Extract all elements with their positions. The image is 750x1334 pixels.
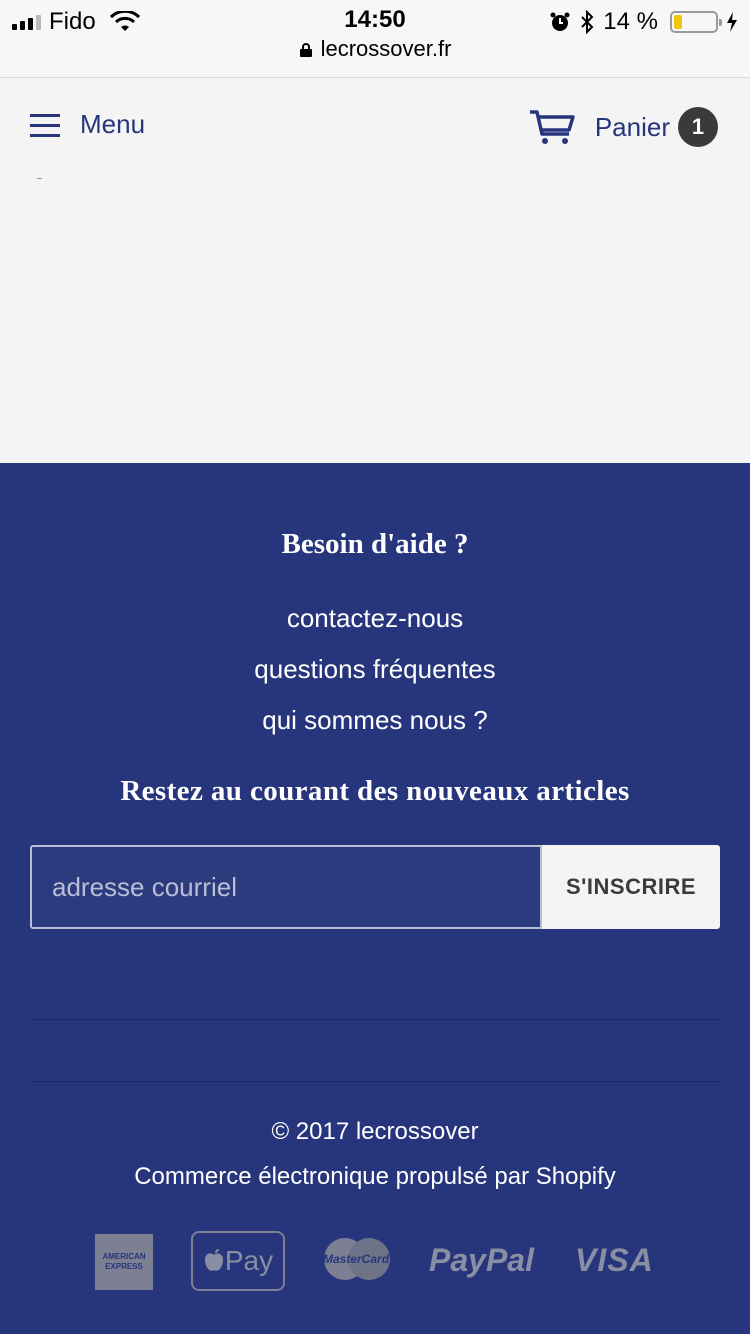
cart-count-badge: 1 — [678, 107, 718, 147]
bluetooth-icon — [581, 10, 594, 34]
subscribe-button[interactable]: S'INSCRIRE — [542, 845, 720, 929]
apple-pay-icon: Pay — [191, 1231, 285, 1291]
divider — [30, 1019, 720, 1020]
battery-percent: 14 % — [603, 8, 658, 35]
cart-icon — [529, 110, 575, 144]
cart-label: Panier — [594, 111, 670, 142]
link-about[interactable]: qui sommes nous ? — [0, 702, 750, 753]
status-bar: Fido 14:50 lecrossover.fr 14 % — [0, 0, 750, 78]
newsletter-heading: Restez au courant des nouveaux articles — [120, 775, 630, 807]
divider — [30, 1081, 720, 1082]
lock-icon — [299, 43, 312, 57]
amex-icon: AMERICAN EXPRESS — [95, 1234, 153, 1290]
cart-button[interactable]: Panier 1 — [529, 107, 718, 147]
address-url: lecrossover.fr — [320, 36, 452, 61]
mastercard-label: MasterCard — [323, 1252, 390, 1266]
address-bar[interactable]: lecrossover.fr — [0, 36, 750, 62]
alarm-icon — [550, 12, 570, 31]
menu-button[interactable]: Menu — [30, 109, 145, 140]
hamburger-icon — [30, 113, 60, 137]
email-field[interactable] — [30, 845, 542, 929]
divider — [37, 178, 42, 179]
visa-icon: VISA — [575, 1242, 654, 1278]
apple-pay-label: Pay — [224, 1245, 274, 1276]
site-footer: Besoin d'aide ? contactez-nous questions… — [0, 463, 750, 1334]
copyright-text: © 2017 lecrossover — [271, 1118, 479, 1145]
battery-icon — [670, 11, 722, 33]
powered-by-link[interactable]: Commerce électronique propulsé par Shopi… — [0, 1163, 750, 1191]
mastercard-icon: MasterCard — [321, 1236, 393, 1282]
charging-icon — [727, 12, 737, 32]
link-faq[interactable]: questions fréquentes — [0, 651, 750, 702]
link-contact[interactable]: contactez-nous — [0, 600, 750, 651]
help-heading: Besoin d'aide ? — [281, 528, 469, 560]
footer-links: contactez-nous questions fréquentes qui … — [0, 600, 750, 753]
status-right: 14 % — [549, 8, 738, 36]
site-header: Menu Panier 1 — [0, 79, 750, 174]
paypal-icon: PayPal — [429, 1242, 534, 1278]
newsletter-form: S'INSCRIRE — [30, 845, 720, 929]
menu-label: Menu — [80, 109, 146, 139]
apple-logo-icon — [204, 1249, 223, 1271]
